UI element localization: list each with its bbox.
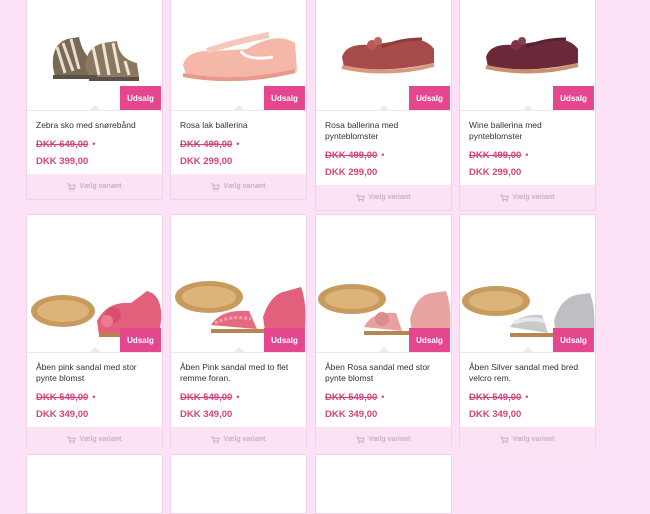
product-image[interactable]: Udsalg — [316, 0, 451, 110]
old-price: DKK 499,00 — [180, 139, 233, 150]
sale-price: DKK 299,00 — [180, 156, 233, 167]
cart-icon — [211, 435, 221, 444]
pointer-arrow — [232, 347, 245, 352]
button-label: Vælg variant — [512, 436, 555, 443]
product-image[interactable]: Udsalg — [460, 0, 595, 110]
price-separator: • — [236, 139, 240, 149]
pointer-arrow — [232, 105, 245, 110]
pointer-arrow — [88, 347, 101, 352]
product-image[interactable]: Udsalg — [171, 0, 306, 110]
cart-icon — [67, 435, 77, 444]
sale-badge: Udsalg — [264, 86, 305, 110]
product-image[interactable]: Udsalg — [171, 215, 306, 352]
button-label: Vælg variant — [79, 436, 122, 443]
cart-icon — [67, 182, 77, 191]
choose-variant-button[interactable]: Vælg variant — [27, 427, 162, 452]
sale-badge: Udsalg — [120, 328, 161, 352]
product-card[interactable]: Udsalg Åben Silver sandal med bred velcr… — [459, 214, 596, 452]
old-price: DKK 499,00 — [469, 150, 522, 161]
price-separator: • — [381, 392, 385, 402]
product-card[interactable]: Udsalg Åben Pink sandal med to flet remm… — [170, 214, 307, 452]
sale-price: DKK 349,00 — [36, 409, 89, 420]
choose-variant-button[interactable]: Vælg variant — [460, 427, 595, 452]
choose-variant-button[interactable]: Vælg variant — [171, 174, 306, 199]
product-card[interactable]: Udsalg Åben Rosa sandal med stor pynte b… — [315, 214, 452, 452]
choose-variant-button[interactable]: Vælg variant — [460, 185, 595, 210]
price-separator: • — [525, 392, 529, 402]
product-name[interactable]: Åben Silver sandal med bred velcro rem. — [469, 362, 586, 384]
button-label: Vælg variant — [223, 183, 266, 190]
product-name[interactable]: Rosa lak ballerina — [180, 120, 297, 131]
cart-icon — [500, 193, 510, 202]
pointer-arrow — [377, 347, 390, 352]
product-name[interactable]: Wine ballerina med pynteblomster — [469, 120, 586, 142]
button-label: Vælg variant — [368, 436, 411, 443]
product-image[interactable]: Udsalg — [460, 215, 595, 352]
choose-variant-button[interactable]: Vælg variant — [27, 174, 162, 199]
product-name[interactable]: Åben pink sandal med stor pynte blomst — [36, 362, 153, 384]
product-name[interactable]: Åben Rosa sandal med stor pynte blomst — [325, 362, 442, 384]
product-image[interactable]: Udsalg — [316, 215, 451, 352]
product-card[interactable] — [315, 454, 452, 514]
sale-badge: Udsalg — [409, 86, 450, 110]
sale-badge: Udsalg — [553, 328, 594, 352]
price-separator: • — [381, 150, 385, 160]
pointer-arrow — [521, 347, 534, 352]
wine-ballerina-image — [485, 37, 579, 74]
sale-badge: Udsalg — [120, 86, 161, 110]
price-separator: • — [92, 392, 96, 402]
cart-icon — [356, 435, 366, 444]
pink-ballerina-image — [182, 32, 297, 82]
button-label: Vælg variant — [368, 194, 411, 201]
choose-variant-button[interactable]: Vælg variant — [316, 427, 451, 452]
sale-price: DKK 349,00 — [180, 409, 233, 420]
sale-price: DKK 349,00 — [325, 409, 378, 420]
sale-badge: Udsalg — [553, 86, 594, 110]
sale-badge: Udsalg — [409, 328, 450, 352]
button-label: Vælg variant — [512, 194, 555, 201]
sale-price: DKK 299,00 — [325, 167, 378, 178]
product-card[interactable]: Udsalg Rosa ballerina med pynteblomster … — [315, 0, 452, 211]
product-card[interactable]: Udsalg Rosa lak ballerina DKK 499,00 • DK… — [170, 0, 307, 200]
button-label: Vælg variant — [223, 436, 266, 443]
sale-price: DKK 399,00 — [36, 156, 89, 167]
sale-price: DKK 299,00 — [469, 167, 522, 178]
cart-icon — [211, 182, 221, 191]
product-image[interactable]: Udsalg — [27, 0, 162, 110]
sale-badge: Udsalg — [264, 328, 305, 352]
product-name[interactable]: Åben Pink sandal med to flet remme foran… — [180, 362, 297, 384]
product-image[interactable]: Udsalg — [27, 215, 162, 352]
cart-icon — [356, 193, 366, 202]
price-separator: • — [525, 150, 529, 160]
cart-icon — [500, 435, 510, 444]
pointer-arrow — [88, 105, 101, 110]
choose-variant-button[interactable]: Vælg variant — [316, 185, 451, 210]
pointer-arrow — [521, 105, 534, 110]
rosa-ballerina-image — [341, 37, 435, 74]
old-price: DKK 549,00 — [36, 392, 89, 403]
product-card[interactable] — [26, 454, 163, 514]
old-price: DKK 499,00 — [325, 150, 378, 161]
zebra-shoe-image — [52, 37, 139, 81]
choose-variant-button[interactable]: Vælg variant — [171, 427, 306, 452]
price-separator: • — [236, 392, 240, 402]
product-card[interactable]: Udsalg Åben pink sandal med stor pynte b… — [26, 214, 163, 452]
old-price: DKK 549,00 — [180, 392, 233, 403]
pointer-arrow — [377, 105, 390, 110]
product-name[interactable]: Zebra sko med snørebånd — [36, 120, 153, 131]
old-price: DKK 549,00 — [469, 392, 522, 403]
product-card[interactable] — [170, 454, 307, 514]
button-label: Vælg variant — [79, 183, 122, 190]
product-card[interactable]: Udsalg Zebra sko med snørebånd DKK 649,0… — [26, 0, 163, 200]
product-card[interactable]: Udsalg Wine ballerina med pynteblomster … — [459, 0, 596, 211]
product-name[interactable]: Rosa ballerina med pynteblomster — [325, 120, 442, 142]
old-price: DKK 649,00 — [36, 139, 89, 150]
old-price: DKK 549,00 — [325, 392, 378, 403]
sale-price: DKK 349,00 — [469, 409, 522, 420]
price-separator: • — [92, 139, 96, 149]
